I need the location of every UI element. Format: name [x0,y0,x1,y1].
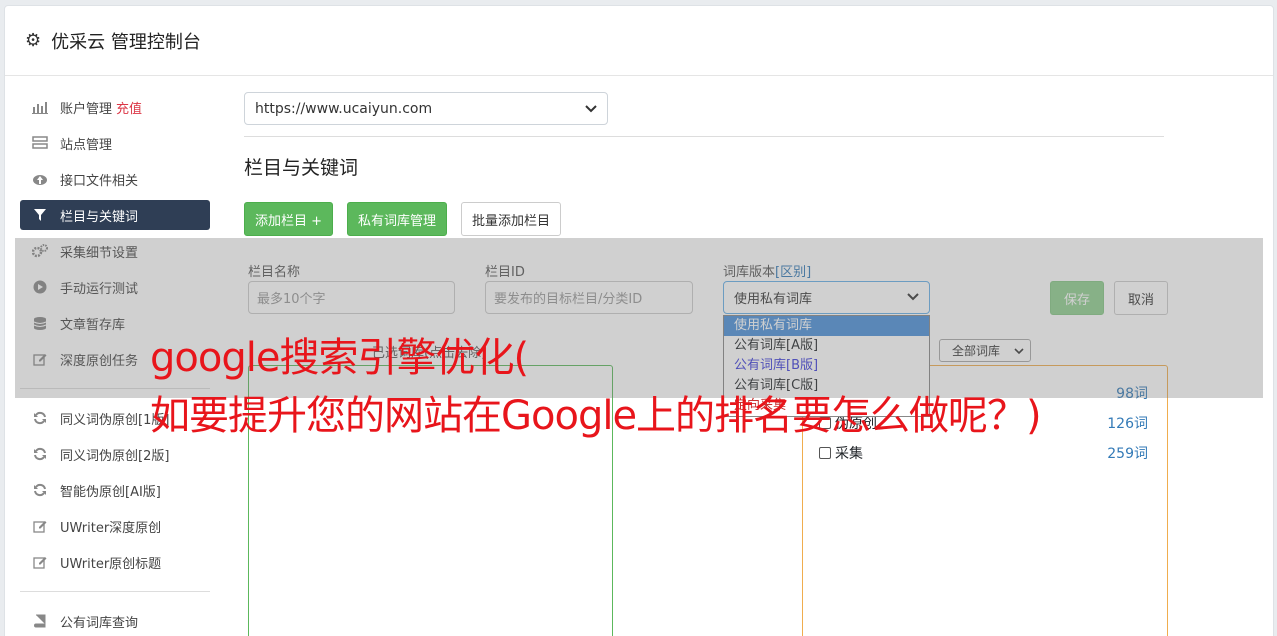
sidebar-item-uwriter-title[interactable]: UWriter原创标题 [20,547,210,577]
private-lib-button[interactable]: 私有词库管理 [347,202,448,236]
site-select[interactable]: https://www.ucaiyun.com [244,92,608,125]
action-buttons: 添加栏目 + 私有词库管理 批量添加栏目 [244,202,1164,236]
sidebar-divider [20,591,210,592]
sidebar-item-label: UWriter原创标题 [60,556,162,572]
sidebar-item-interface[interactable]: 接口文件相关 [20,164,210,194]
book-icon [32,613,48,629]
chevron-down-icon [585,101,597,117]
refresh-icon [32,410,48,426]
lib-item[interactable]: 采集 [819,443,863,463]
sidebar-item-sites[interactable]: 站点管理 [20,128,210,158]
main-content: https://www.ucaiyun.com 栏目与关键词 添加栏目 + 私有… [244,92,1164,236]
sidebar-item-label: 公有词库查询 [60,615,139,631]
edit-icon [32,554,48,570]
sidebar-item-columns[interactable]: 栏目与关键词 [20,200,210,230]
sidebar-item-label: 栏目与关键词 [60,209,139,225]
sidebar-item-ai-original[interactable]: 智能伪原创[AI版] [20,475,210,505]
sidebar-item-label: 同义词伪原创[2版] [60,448,170,464]
edit-icon [32,518,48,534]
banner-line-2: 如要提升您的网站在Google上的排名要怎么做呢？) [150,393,1042,439]
lib-checkbox[interactable] [819,447,831,459]
lib-count: 126词 [1107,416,1148,432]
sidebar-item-label: UWriter深度原创 [60,520,162,536]
refresh-icon [32,482,48,498]
lib-count: 259词 [1107,446,1148,462]
add-column-button[interactable]: 添加栏目 + [244,202,334,236]
recharge-link[interactable]: 充值 [116,98,142,117]
page-title: 优采云 管理控制台 [51,31,201,53]
server-icon [32,135,48,151]
sidebar-item-account[interactable]: 账户管理 充值 [20,92,210,122]
section-title: 栏目与关键词 [244,157,359,179]
sidebar-item-label: 账户管理 [60,101,113,117]
divider [244,136,1164,137]
sidebar-item-synonym-v2[interactable]: 同义词伪原创[2版] [20,439,210,469]
console-header: ⚙ 优采云 管理控制台 [5,6,1273,76]
banner-line-1: google搜索引擎优化( [150,335,529,381]
sidebar-item-label: 站点管理 [60,137,113,153]
lib-name: 采集 [835,446,863,462]
gear-icon: ⚙ [25,30,42,51]
site-select-value: https://www.ucaiyun.com [255,100,433,117]
sidebar-item-label: 接口文件相关 [60,173,139,189]
sidebar-item-uwriter-deep[interactable]: UWriter深度原创 [20,511,210,541]
sidebar-item-public-lib[interactable]: 公有词库查询 [20,606,210,636]
refresh-icon [32,446,48,462]
cloud-upload-icon [32,171,48,187]
bar-chart-icon [32,99,48,115]
sidebar-item-label: 智能伪原创[AI版] [60,484,161,500]
filter-icon [32,207,48,223]
batch-add-button[interactable]: 批量添加栏目 [461,202,562,236]
